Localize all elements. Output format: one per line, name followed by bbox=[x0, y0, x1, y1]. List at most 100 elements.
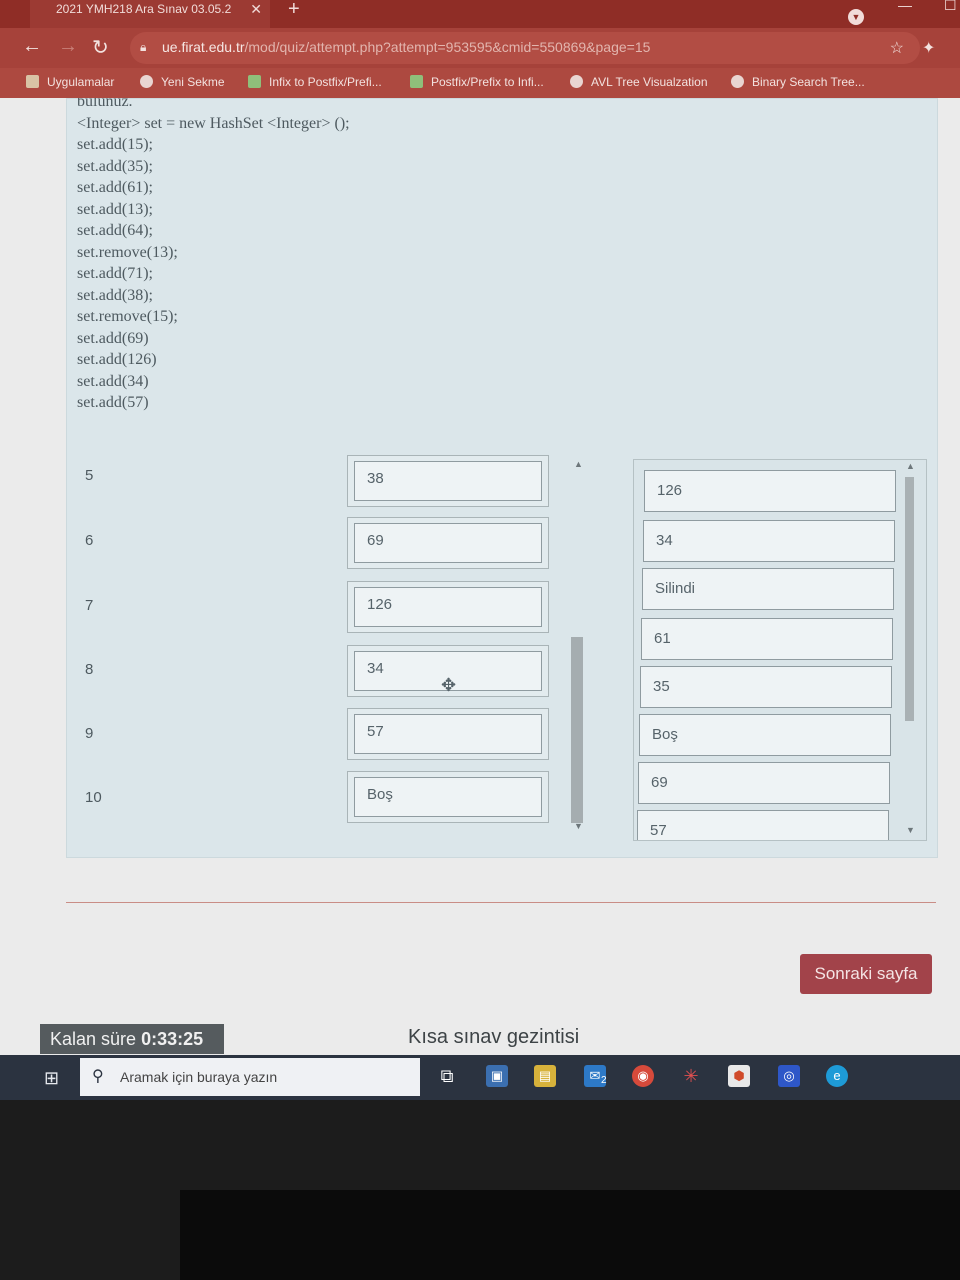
option-chip[interactable]: 34 bbox=[643, 520, 895, 562]
extensions-icon[interactable]: ✦ bbox=[922, 38, 935, 58]
bookmark-label: Binary Search Tree... bbox=[752, 75, 865, 89]
bookmark-label: Infix to Postfix/Prefi... bbox=[269, 75, 382, 89]
forward-icon[interactable]: → bbox=[58, 35, 78, 58]
code-line: set.remove(15); bbox=[77, 308, 178, 325]
lock-icon: 🔒︎ bbox=[140, 40, 147, 54]
code-line: set.add(57) bbox=[77, 394, 149, 411]
browser-tab[interactable]: 2021 YMH218 Ara Sınav 03.05.2 ✕ bbox=[30, 0, 270, 28]
code-line: set.add(15); bbox=[77, 136, 153, 153]
edge-icon[interactable]: e bbox=[826, 1065, 848, 1087]
code-line: bulunuz. bbox=[77, 98, 133, 110]
answer-dropzone[interactable]: 38 bbox=[347, 455, 549, 507]
answer-dropzone[interactable]: 126 bbox=[347, 581, 549, 633]
bookmark-item[interactable]: Yeni Sekme bbox=[140, 75, 225, 89]
scroll-down-icon[interactable]: ▼ bbox=[906, 825, 915, 835]
move-cursor-icon: ✥ bbox=[441, 675, 457, 695]
bookmark-item[interactable]: Binary Search Tree... bbox=[731, 75, 865, 89]
site-icon bbox=[410, 75, 423, 88]
scroll-down-icon[interactable]: ▼ bbox=[574, 821, 583, 831]
question-code: bulunuz. <Integer> set = new HashSet <In… bbox=[77, 98, 350, 414]
maximize-icon[interactable]: ☐ bbox=[944, 0, 957, 14]
row-label: 6 bbox=[85, 532, 94, 549]
bookmark-label: Yeni Sekme bbox=[161, 75, 225, 89]
option-chip[interactable]: 69 bbox=[638, 762, 890, 804]
timer-label: Kalan süre bbox=[50, 1029, 137, 1049]
address-bar[interactable]: 🔒︎ ue.firat.edu.tr/mod/quiz/attempt.php?… bbox=[130, 32, 920, 64]
row-label: 8 bbox=[85, 661, 94, 678]
option-chip[interactable]: 126 bbox=[644, 470, 896, 512]
back-icon[interactable]: ← bbox=[22, 35, 42, 58]
option-chip[interactable]: 61 bbox=[641, 618, 893, 660]
timer-block: Kalan süre 0:33:25 bbox=[40, 1024, 224, 1054]
answer-dropzone[interactable]: 57 bbox=[347, 708, 549, 760]
file-explorer-icon[interactable]: ▤ bbox=[534, 1065, 556, 1087]
site-icon bbox=[248, 75, 261, 88]
spider-web-icon[interactable]: ✳ bbox=[680, 1065, 702, 1087]
bookmark-item[interactable]: Postfix/Prefix to Infi... bbox=[410, 75, 544, 89]
code-line: set.add(64); bbox=[77, 222, 153, 239]
search-icon: ⚲ bbox=[92, 1068, 104, 1085]
computer-icon[interactable]: ▣ bbox=[486, 1065, 508, 1087]
row-label: 5 bbox=[85, 467, 94, 484]
windows-start-icon[interactable]: ⊞ bbox=[44, 1068, 59, 1089]
code-line: set.add(13); bbox=[77, 200, 153, 218]
code-line: set.add(71); bbox=[77, 265, 153, 282]
bookmark-item[interactable]: AVL Tree Visualzation bbox=[570, 75, 708, 89]
search-placeholder: Aramak için buraya yazın bbox=[120, 1069, 278, 1085]
bookmark-star-icon[interactable]: ☆ bbox=[890, 38, 904, 58]
question-box: bulunuz. <Integer> set = new HashSet <In… bbox=[66, 98, 938, 858]
chrome-icon[interactable]: ◉ bbox=[632, 1065, 654, 1087]
next-page-button[interactable]: Sonraki sayfa bbox=[800, 954, 932, 994]
tab-title: 2021 YMH218 Ara Sınav 03.05.2 bbox=[56, 2, 232, 16]
url-path: /mod/quiz/attempt.php?attempt=953595&cmi… bbox=[244, 39, 651, 55]
scrollbar-thumb[interactable] bbox=[571, 637, 583, 823]
answer-chip[interactable]: Boş bbox=[354, 777, 542, 817]
bookmark-label: AVL Tree Visualzation bbox=[591, 75, 708, 89]
globe-icon bbox=[731, 75, 744, 88]
bookmark-apps[interactable]: Uygulamalar bbox=[26, 75, 114, 89]
url-host: ue.firat.edu.tr bbox=[162, 39, 245, 55]
answer-chip[interactable]: 57 bbox=[354, 714, 542, 754]
option-chip[interactable]: 35 bbox=[640, 666, 892, 708]
code-line: set.add(126) bbox=[77, 351, 157, 368]
code-line: set.add(38); bbox=[77, 286, 153, 304]
code-line: set.add(69) bbox=[77, 329, 149, 347]
option-chip[interactable]: Boş bbox=[639, 714, 891, 756]
answers-scrollbar[interactable]: ▲ ▼ bbox=[571, 459, 585, 831]
options-list: 126 34 Silindi 61 35 Boş 69 57 bbox=[633, 459, 927, 841]
bookmark-item[interactable]: Infix to Postfix/Prefi... bbox=[248, 75, 382, 89]
answer-dropzone[interactable]: Boş bbox=[347, 771, 549, 823]
reload-icon[interactable]: ↻ bbox=[92, 35, 109, 60]
code-line: set.remove(13); bbox=[77, 243, 178, 261]
profile-icon[interactable]: ▼ bbox=[848, 9, 864, 25]
option-chip[interactable]: 57 bbox=[637, 810, 889, 840]
app-square-icon[interactable]: ◎ bbox=[778, 1065, 800, 1087]
scroll-up-icon[interactable]: ▲ bbox=[906, 461, 915, 471]
app-hexagon-icon[interactable]: ⬢ bbox=[728, 1065, 750, 1087]
screen: 2021 YMH218 Ara Sınav 03.05.2 ✕ + ▼ — ☐ … bbox=[0, 0, 960, 1100]
scrollbar-thumb[interactable] bbox=[905, 477, 914, 721]
code-line: <Integer> set = new HashSet <Integer> ()… bbox=[77, 114, 350, 132]
quiz-navigation-heading: Kısa sınav gezintisi bbox=[408, 1026, 580, 1048]
answer-chip[interactable]: 38 bbox=[354, 461, 542, 501]
globe-icon bbox=[570, 75, 583, 88]
taskbar-search[interactable]: ⚲ Aramak için buraya yazın bbox=[80, 1058, 420, 1096]
answer-chip[interactable]: 69 bbox=[354, 523, 542, 563]
row-label: 7 bbox=[85, 597, 94, 614]
option-chip[interactable]: Silindi bbox=[642, 568, 894, 610]
laptop-keyboard-edge bbox=[180, 1190, 960, 1280]
task-view-icon[interactable]: ⧉ bbox=[436, 1065, 458, 1087]
browser-toolbar: ← → ↻ 🔒︎ ue.firat.edu.tr/mod/quiz/attemp… bbox=[0, 28, 960, 68]
tab-close-icon[interactable]: ✕ bbox=[250, 1, 262, 18]
scroll-up-icon[interactable]: ▲ bbox=[574, 459, 583, 469]
url-text: ue.firat.edu.tr/mod/quiz/attempt.php?att… bbox=[162, 39, 650, 55]
globe-icon bbox=[140, 75, 153, 88]
answer-dropzone[interactable]: 69 bbox=[347, 517, 549, 569]
timer-value: 0:33:25 bbox=[141, 1029, 204, 1049]
answer-chip[interactable]: 126 bbox=[354, 587, 542, 627]
minimize-icon[interactable]: — bbox=[898, 0, 912, 13]
row-label: 10 bbox=[85, 789, 102, 806]
new-tab-button[interactable]: + bbox=[288, 0, 300, 21]
apps-grid-icon bbox=[26, 75, 39, 88]
options-scrollbar[interactable]: ▲ ▼ bbox=[902, 459, 916, 839]
